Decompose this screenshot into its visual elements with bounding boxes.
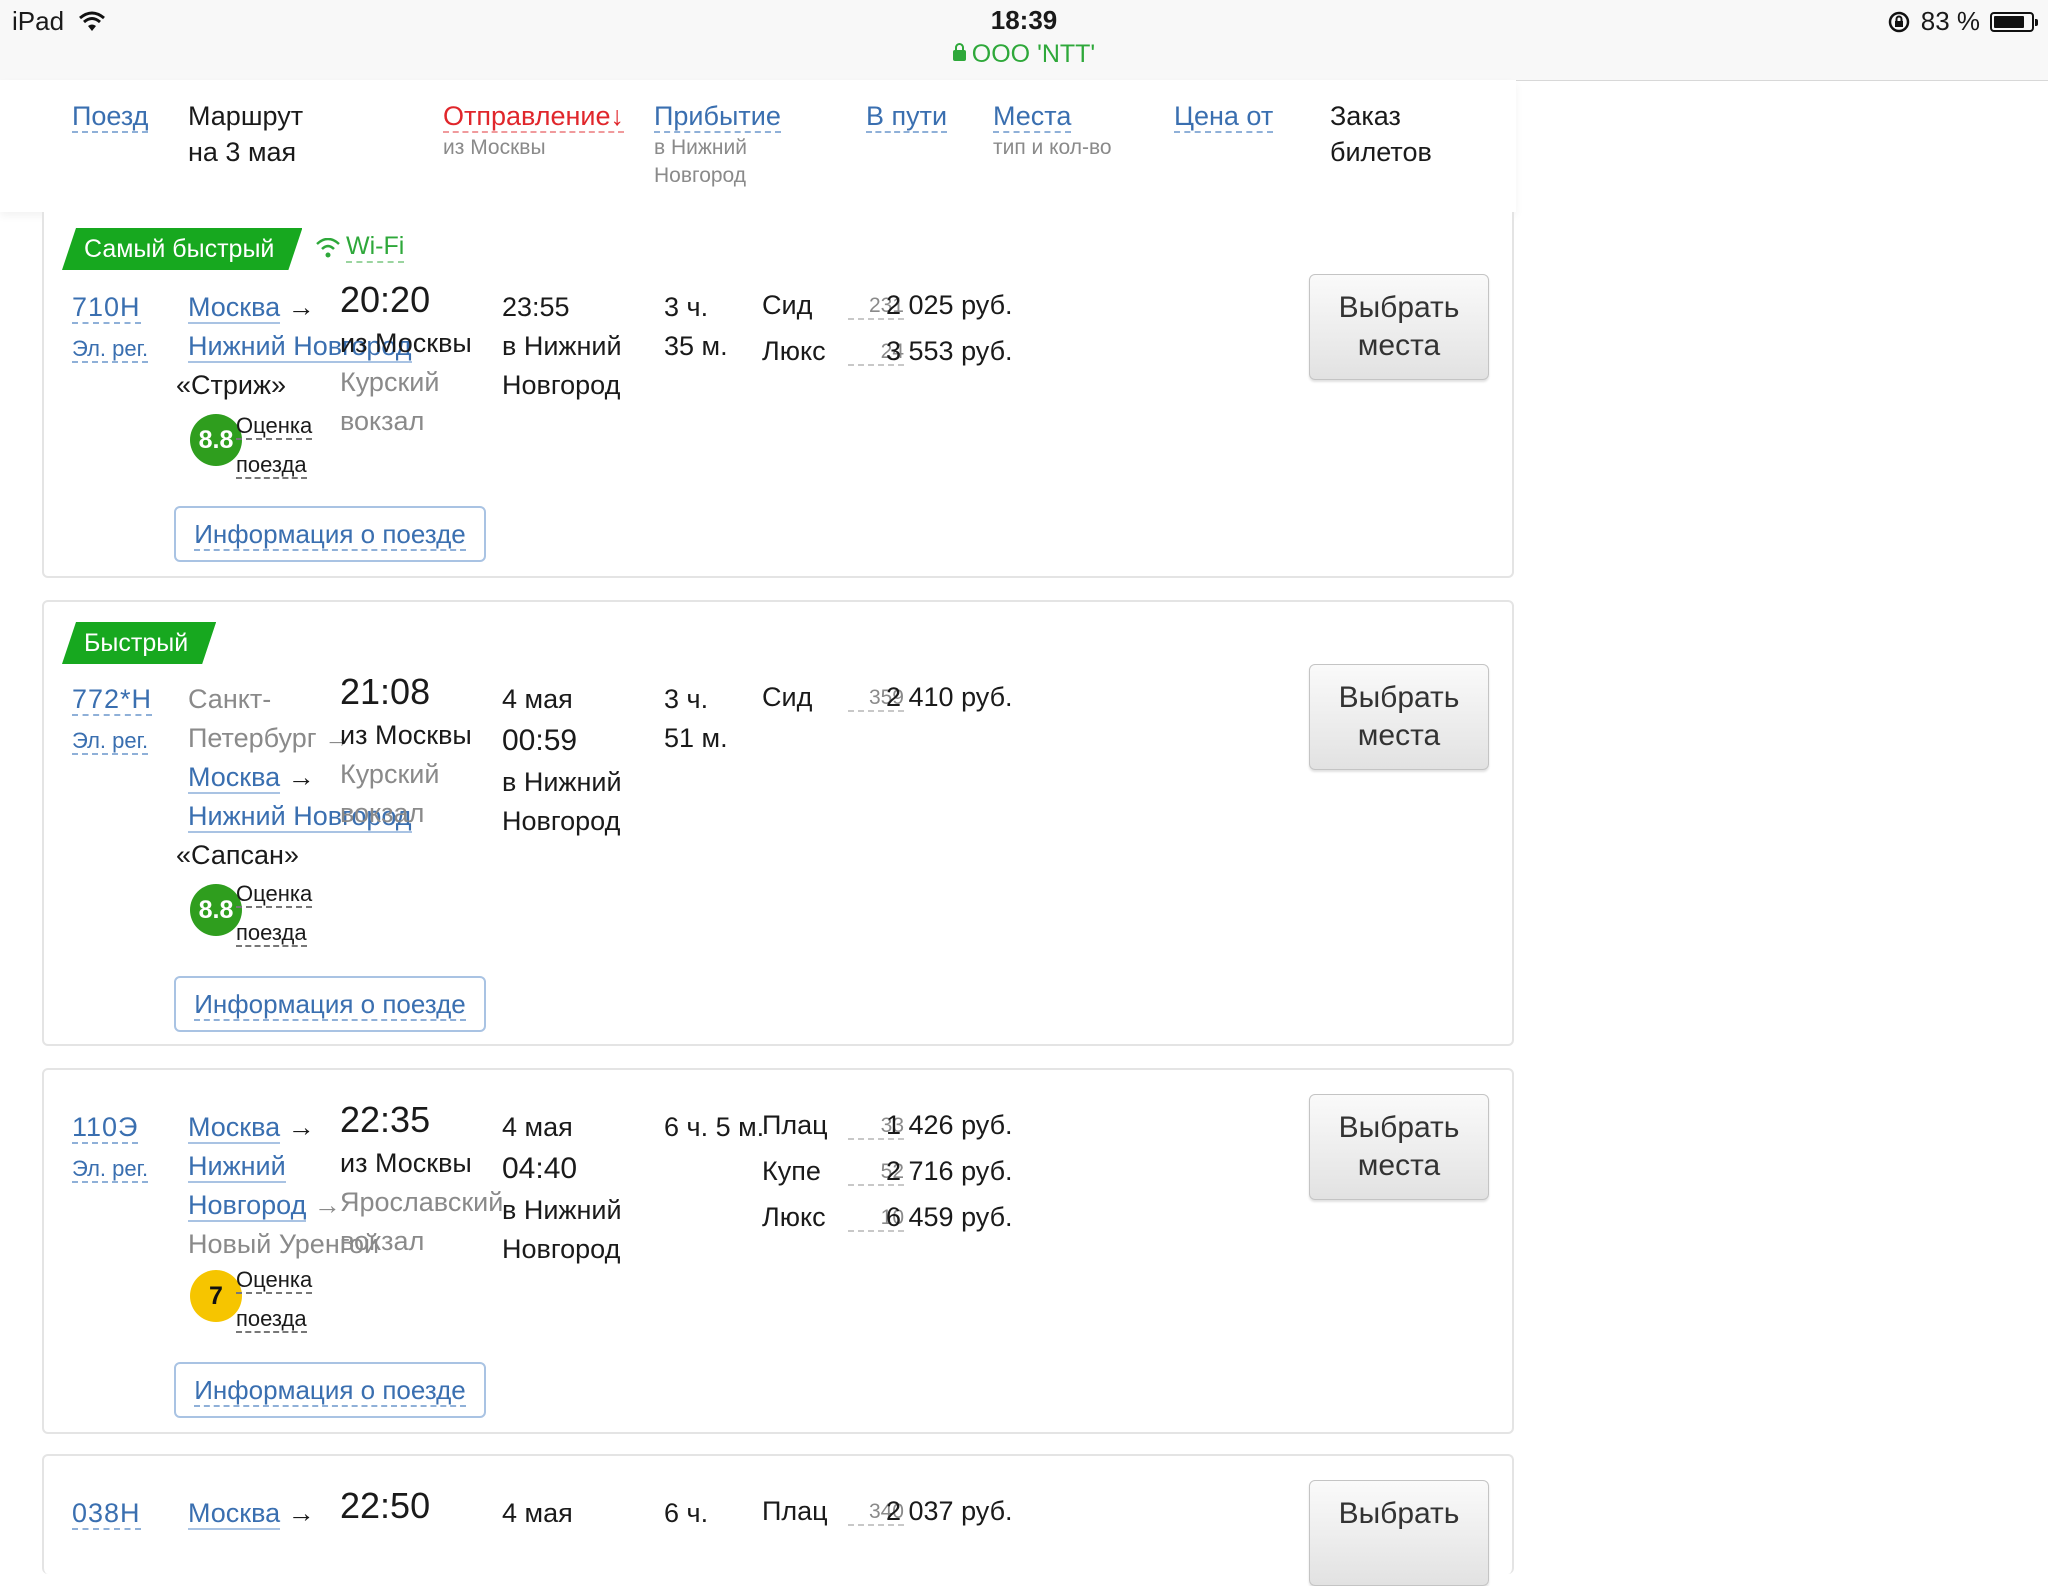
badge-fastest: Самый быстрый (62, 228, 302, 270)
arrival-info: 4 мая 00:59 в Нижний Новгород (502, 684, 622, 836)
header-seats[interactable]: Места тип и кол-во (993, 98, 1112, 162)
route-station-link[interactable]: Новгород (188, 1190, 307, 1222)
train-number[interactable]: 038Н (72, 1498, 141, 1530)
rating-label[interactable]: Оценка поезда (236, 1260, 313, 1338)
header-route: Маршрут на 3 мая (188, 101, 304, 167)
wifi-icon (316, 237, 340, 257)
price: 3 553 руб. (886, 336, 1013, 366)
route-station-link[interactable]: Нижний (188, 1151, 286, 1183)
header-arrival[interactable]: Прибытие в Нижний Новгород (654, 98, 781, 190)
battery-percent: 83 % (1920, 6, 1980, 36)
arrival-info: 4 мая (502, 1498, 573, 1528)
travel-duration: 6 ч. 5 м. (664, 1112, 765, 1142)
rating-badge: 8.8 (190, 884, 242, 936)
header-duration[interactable]: В пути (866, 98, 948, 134)
select-seats-button[interactable]: Выбрать места (1309, 664, 1489, 770)
train-info-button[interactable]: Информация о поезде (174, 976, 486, 1032)
travel-duration: 6 ч. (664, 1498, 709, 1528)
train-card: 038Н Москва → 22:50 4 мая 6 ч. Плац 340 2… (42, 1454, 1514, 1586)
route-station-link[interactable]: Москва (188, 1498, 281, 1530)
train-name: «Сапсан» (176, 840, 299, 870)
badge-fast: Быстрый (62, 622, 216, 664)
departure-time: 20:20 (340, 279, 431, 320)
train-card: 110Э Эл. рег. Москва → Нижний Новгород →… (42, 1068, 1514, 1434)
train-info-button[interactable]: Информация о поезде (174, 1362, 486, 1418)
battery-icon (1990, 11, 2038, 32)
train-class[interactable]: Эл. рег. (72, 1156, 149, 1183)
wifi-badge[interactable]: Wi-Fi (316, 232, 405, 263)
travel-duration: 3 ч. 51 м. (664, 684, 728, 753)
rotation-lock-icon (1888, 11, 1909, 32)
status-right: 83 % (1887, 6, 2038, 37)
arrival-info: 4 мая 04:40 в Нижний Новгород (502, 1112, 622, 1264)
rating-badge: 8.8 (190, 414, 242, 466)
header-order: Заказ билетов (1330, 101, 1432, 167)
table-header: Поезд Маршрут на 3 мая Отправление↓ из Мос… (0, 80, 1516, 212)
route-station-link[interactable]: Москва (188, 292, 281, 324)
site-identity[interactable]: ООО 'NTT' (0, 40, 2048, 69)
train-name: «Стриж» (176, 370, 287, 400)
header-train[interactable]: Поезд (72, 98, 149, 134)
price: 6 459 руб. (886, 1202, 1013, 1232)
train-number[interactable]: 110Э (72, 1112, 139, 1144)
price: 2 037 руб. (886, 1496, 1013, 1526)
arrival-info: 23:55 в Нижний Новгород (502, 292, 622, 400)
travel-duration: 3 ч. 35 м. (664, 292, 728, 361)
battery-level (1994, 15, 2024, 28)
route-station-link[interactable]: Москва (188, 762, 281, 794)
train-info-button[interactable]: Информация о поезде (174, 506, 486, 562)
rating-badge: 7 (190, 1270, 242, 1322)
departure-info: из Москвы Курский вокзал (340, 328, 472, 436)
departure-info: из Москвы Курский вокзал (340, 720, 472, 828)
train-class[interactable]: Эл. рег. (72, 728, 149, 755)
price: 1 426 руб. (886, 1110, 1013, 1140)
header-price[interactable]: Цена от (1174, 98, 1274, 134)
train-card: Быстрый 772*Н Эл. рег. Санкт- Петербург … (42, 600, 1514, 1046)
departure-time: 22:35 (340, 1099, 431, 1140)
rating-label[interactable]: Оценка поезда (236, 406, 313, 484)
price: 2 410 руб. (886, 682, 1013, 712)
price: 2 716 руб. (886, 1156, 1013, 1186)
header-departure[interactable]: Отправление↓ из Москвы (443, 98, 625, 162)
sort-arrow-icon: ↓ (610, 101, 625, 131)
status-bar: iPad 18:39 ООО 'NTT' 83 % (0, 0, 2048, 81)
departure-time: 21:08 (340, 671, 431, 712)
train-number[interactable]: 710Н (72, 292, 141, 324)
departure-info: из Москвы Ярославский вокзал (340, 1148, 504, 1256)
site-name: ООО 'NTT' (971, 40, 1096, 68)
lock-icon (952, 43, 966, 61)
departure-time: 22:50 (340, 1485, 431, 1526)
select-seats-button[interactable]: Выбрать места (1309, 274, 1489, 380)
train-number[interactable]: 772*Н (72, 684, 153, 716)
rating-label[interactable]: Оценка поезда (236, 874, 313, 952)
train-class[interactable]: Эл. рег. (72, 336, 149, 363)
price: 2 025 руб. (886, 290, 1013, 320)
train-card: Самый быстрый Wi-Fi 710Н Эл. рег. Москва… (42, 212, 1514, 578)
route-station-link[interactable]: Москва (188, 1112, 281, 1144)
select-seats-button[interactable]: Выбрать (1309, 1480, 1489, 1586)
clock: 18:39 (990, 5, 1058, 35)
select-seats-button[interactable]: Выбрать места (1309, 1094, 1489, 1200)
